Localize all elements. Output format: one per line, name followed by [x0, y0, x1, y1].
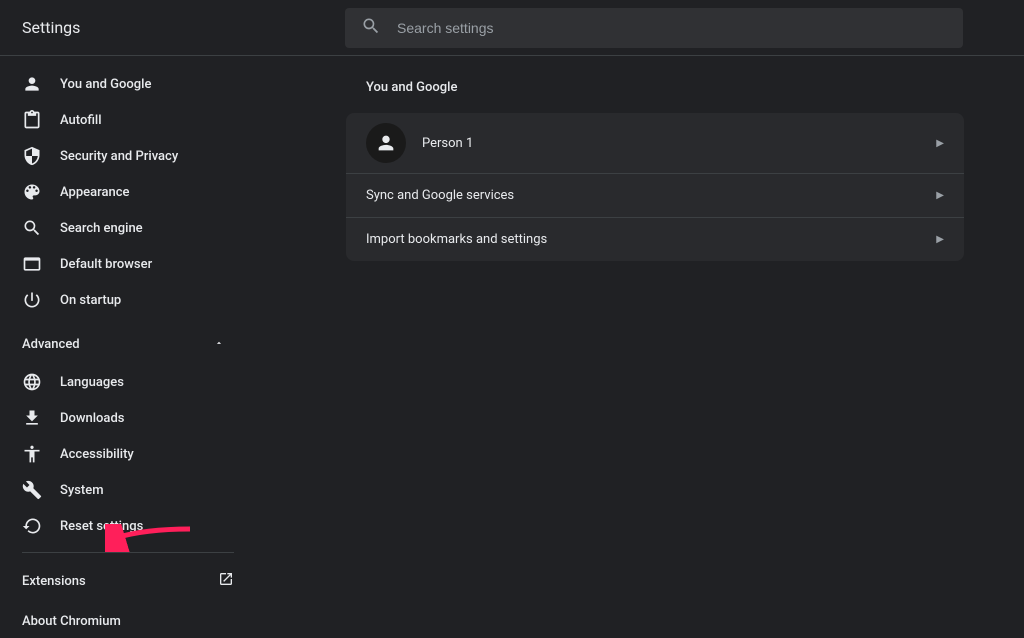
sidebar-item-label: System	[60, 483, 104, 498]
shield-icon	[22, 146, 42, 166]
settings-card: Person 1 ▶ Sync and Google services ▶ Im…	[346, 113, 964, 261]
sidebar-item-search-engine[interactable]: Search engine	[0, 210, 256, 246]
palette-icon	[22, 182, 42, 202]
sidebar-item-label: On startup	[60, 293, 121, 308]
search-container	[345, 8, 1024, 48]
sidebar-item-security[interactable]: Security and Privacy	[0, 138, 256, 174]
about-label: About Chromium	[22, 614, 121, 629]
search-icon	[361, 16, 397, 40]
search-icon	[22, 218, 42, 238]
sidebar-item-downloads[interactable]: Downloads	[0, 400, 256, 436]
wrench-icon	[22, 480, 42, 500]
sidebar-item-label: Reset settings	[60, 519, 143, 534]
search-input[interactable]	[397, 20, 947, 36]
sidebar-item-label: You and Google	[60, 77, 151, 92]
advanced-label: Advanced	[22, 337, 80, 352]
chevron-right-icon: ▶	[936, 138, 944, 149]
chevron-up-icon	[214, 337, 224, 352]
import-row[interactable]: Import bookmarks and settings ▶	[346, 217, 964, 261]
search-box[interactable]	[345, 8, 963, 48]
extensions-label: Extensions	[22, 574, 86, 589]
sidebar-item-reset[interactable]: Reset settings	[0, 508, 256, 544]
sidebar-item-label: Accessibility	[60, 447, 134, 462]
external-link-icon	[218, 571, 234, 591]
chevron-right-icon: ▶	[936, 234, 944, 245]
accessibility-icon	[22, 444, 42, 464]
sidebar-item-on-startup[interactable]: On startup	[0, 282, 256, 318]
sidebar-item-languages[interactable]: Languages	[0, 364, 256, 400]
sidebar-item-you-and-google[interactable]: You and Google	[0, 66, 256, 102]
sidebar-item-label: Security and Privacy	[60, 149, 178, 164]
row-label: Sync and Google services	[366, 188, 936, 203]
browser-icon	[22, 254, 42, 274]
sidebar-item-extensions[interactable]: Extensions	[0, 561, 256, 601]
clipboard-icon	[22, 110, 42, 130]
main-content: You and Google Person 1 ▶ Sync and Googl…	[256, 56, 1024, 638]
page-title: Settings	[0, 18, 345, 37]
sidebar-item-label: Downloads	[60, 411, 124, 426]
sidebar-section-advanced[interactable]: Advanced	[0, 324, 256, 364]
person-row[interactable]: Person 1 ▶	[346, 113, 964, 173]
sync-row[interactable]: Sync and Google services ▶	[346, 173, 964, 217]
globe-icon	[22, 372, 42, 392]
sidebar-item-label: Languages	[60, 375, 124, 390]
section-title: You and Google	[346, 80, 964, 95]
sidebar-item-appearance[interactable]: Appearance	[0, 174, 256, 210]
person-icon	[22, 74, 42, 94]
avatar	[366, 123, 406, 163]
sidebar-item-accessibility[interactable]: Accessibility	[0, 436, 256, 472]
sidebar-item-about[interactable]: About Chromium	[0, 601, 256, 638]
sidebar-item-autofill[interactable]: Autofill	[0, 102, 256, 138]
sidebar-item-label: Search engine	[60, 221, 143, 236]
chevron-right-icon: ▶	[936, 190, 944, 201]
sidebar: You and Google Autofill Security and Pri…	[0, 56, 256, 638]
sidebar-item-default-browser[interactable]: Default browser	[0, 246, 256, 282]
divider	[22, 552, 234, 553]
sidebar-item-label: Appearance	[60, 185, 129, 200]
header: Settings	[0, 0, 1024, 56]
row-label: Import bookmarks and settings	[366, 232, 936, 247]
sidebar-item-label: Autofill	[60, 113, 102, 128]
reset-icon	[22, 516, 42, 536]
sidebar-item-system[interactable]: System	[0, 472, 256, 508]
power-icon	[22, 290, 42, 310]
download-icon	[22, 408, 42, 428]
sidebar-item-label: Default browser	[60, 257, 152, 272]
person-label: Person 1	[422, 136, 936, 151]
